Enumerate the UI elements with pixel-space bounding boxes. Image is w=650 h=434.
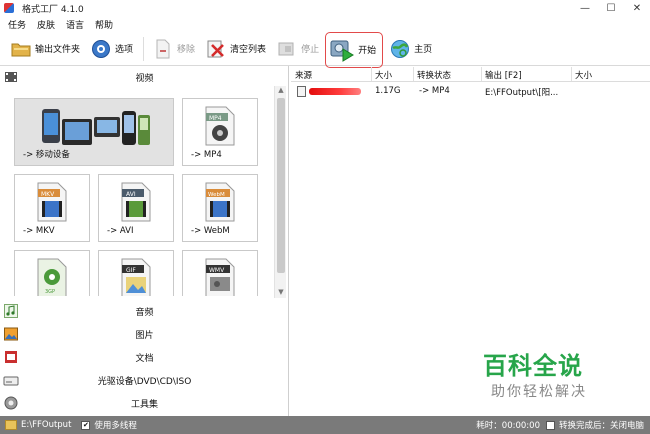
row-size: 1.17G — [375, 86, 401, 96]
options-button[interactable]: 选项 — [86, 35, 137, 63]
webm-badge: WebM — [208, 192, 225, 198]
col-output[interactable]: 输出 [F2] — [485, 69, 522, 81]
multithread-checkbox[interactable]: ✔ — [81, 420, 91, 430]
title-bar: 格式工厂 4.1.0 — ☐ ✕ — [0, 0, 650, 16]
close-button[interactable]: ✕ — [624, 0, 650, 16]
tile-webm[interactable]: WebM -> WebM — [182, 174, 258, 242]
home-globe-icon — [389, 38, 411, 60]
row-output-path: E:\FFOutput\[阳... — [485, 88, 559, 98]
3gp-badge: 3GP — [45, 289, 55, 295]
tile-mp4[interactable]: MP4 -> MP4 — [182, 98, 258, 166]
minimize-button[interactable]: — — [572, 0, 598, 16]
home-button[interactable]: 主页 — [385, 35, 436, 63]
gif-badge: GIF — [126, 267, 136, 274]
maximize-button[interactable]: ☐ — [598, 0, 624, 16]
multithread-label: 使用多线程 — [94, 421, 137, 431]
category-optical-drive[interactable]: 光驱设备\DVD\CD\ISO — [0, 369, 289, 391]
col-output-size[interactable]: 大小 — [575, 69, 592, 81]
tile-mobile-device[interactable]: -> 移动设备 — [14, 98, 174, 166]
col-source[interactable]: 来源 — [295, 69, 312, 81]
mp4-file-icon: MP4 — [205, 106, 235, 146]
menu-skin[interactable]: 皮肤 — [37, 18, 55, 31]
format-grid-scrollbar[interactable]: ▲ ▼ — [274, 86, 286, 298]
mkv-badge: MKV — [41, 191, 55, 198]
start-conversion-icon — [329, 37, 355, 63]
category-document[interactable]: 文档 — [0, 346, 289, 368]
after-done-checkbox[interactable] — [545, 420, 555, 430]
col-size[interactable]: 大小 — [375, 69, 392, 81]
toolbar-divider — [143, 36, 145, 61]
category-tools[interactable]: 工具集 — [0, 392, 289, 414]
window-title: 格式工厂 4.1.0 — [22, 4, 84, 15]
tile-3gp[interactable]: 3GP — [14, 250, 90, 296]
watermark-subtitle: 助你轻松解决 — [491, 384, 587, 400]
avi-badge: AVI — [126, 191, 136, 198]
remove-file-icon — [152, 38, 174, 60]
menu-bar: 任务 皮肤 语言 帮助 — [0, 16, 650, 32]
category-panel: 视频 -> 移动设备 MP4 -> MP4 MKV -> MKV AVI -> … — [0, 66, 289, 416]
task-list-panel: 来源 大小 转换状态 输出 [F2] 大小 1.17G -> MP4 E:\FF… — [291, 66, 650, 416]
wmv-badge: WMV — [209, 267, 225, 274]
stop-icon — [276, 38, 298, 60]
tile-wmv[interactable]: WMV — [182, 250, 258, 296]
start-button[interactable]: 开始 — [325, 31, 384, 68]
clear-list-button[interactable]: 清空列表 — [201, 35, 270, 63]
category-video[interactable]: 视频 — [0, 66, 289, 88]
mobile-devices-icon — [42, 109, 150, 145]
window-controls: — ☐ ✕ — [572, 0, 650, 16]
watermark-title: 百科全说 — [483, 352, 583, 380]
3gp-file-icon: 3GP — [37, 258, 67, 296]
category-audio[interactable]: 音频 — [0, 300, 289, 322]
menu-help[interactable]: 帮助 — [95, 18, 113, 31]
tile-mkv[interactable]: MKV -> MKV — [14, 174, 90, 242]
mkv-file-icon: MKV — [37, 182, 67, 222]
output-path[interactable]: E:\FFOutput — [21, 420, 71, 430]
task-table-header: 来源 大小 转换状态 输出 [F2] 大小 — [291, 66, 650, 82]
after-done-label: 转换完成后：关闭电脑 — [558, 421, 644, 431]
file-icon — [297, 86, 306, 97]
wmv-file-icon: WMV — [205, 258, 235, 296]
clear-list-icon — [205, 38, 227, 60]
app-logo-icon — [4, 3, 14, 13]
menu-language[interactable]: 语言 — [66, 18, 84, 31]
avi-file-icon: AVI — [121, 182, 151, 222]
menu-task[interactable]: 任务 — [8, 18, 26, 31]
status-bar: E:\FFOutput ✔ 使用多线程 耗时：00:00:00 转换完成后：关闭… — [0, 416, 650, 434]
category-image[interactable]: 图片 — [0, 323, 289, 345]
gif-file-icon: GIF — [121, 258, 151, 296]
elapsed-time: 耗时：00:00:00 — [476, 421, 540, 431]
stop-button[interactable]: 停止 — [272, 35, 323, 63]
mp4-badge: MP4 — [209, 115, 222, 122]
tile-gif[interactable]: GIF — [98, 250, 174, 296]
row-status: -> MP4 — [419, 86, 450, 96]
scroll-up-icon[interactable]: ▲ — [275, 86, 287, 96]
col-status[interactable]: 转换状态 — [417, 69, 451, 81]
toolbar: 输出文件夹 选项 移除 清空列表 停止 开始 主页 — [0, 31, 650, 68]
scroll-down-icon[interactable]: ▼ — [275, 288, 287, 298]
output-folder-icon[interactable] — [5, 420, 17, 430]
scrollbar-thumb[interactable] — [277, 98, 285, 273]
remove-button[interactable]: 移除 — [148, 35, 199, 63]
redacted-source-name — [309, 88, 361, 95]
tile-avi[interactable]: AVI -> AVI — [98, 174, 174, 242]
folder-icon — [10, 38, 32, 60]
webm-file-icon: WebM — [205, 182, 235, 222]
table-row[interactable]: 1.17G -> MP4 E:\FFOutput\[阳... — [291, 84, 650, 100]
format-grid: -> 移动设备 MP4 -> MP4 MKV -> MKV AVI -> AVI… — [12, 96, 274, 296]
output-folder-button[interactable]: 输出文件夹 — [6, 35, 84, 63]
gear-icon — [90, 38, 112, 60]
